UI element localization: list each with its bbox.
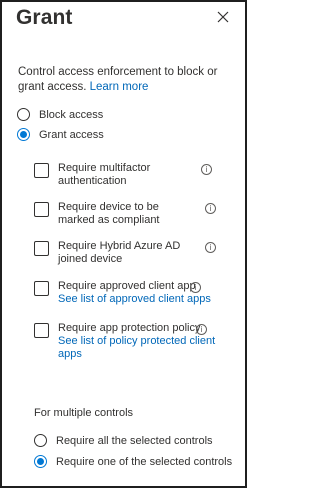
info-icon[interactable]: i bbox=[196, 324, 207, 335]
radio-grant-access[interactable]: Grant access bbox=[17, 128, 104, 141]
control-hybrid-azure-ad[interactable]: Require Hybrid Azure AD joined device bbox=[34, 240, 193, 266]
radio-label: Require one of the selected controls bbox=[56, 455, 233, 468]
description: Control access enforcement to block or g… bbox=[18, 65, 238, 95]
info-icon[interactable]: i bbox=[205, 203, 216, 214]
control-label: Require device to be marked as compliant bbox=[58, 201, 160, 226]
checkbox[interactable] bbox=[34, 281, 49, 296]
radio-button[interactable] bbox=[17, 128, 30, 141]
radio-button[interactable] bbox=[34, 434, 47, 447]
control-app-protection[interactable]: Require app protection policy See list o… bbox=[34, 322, 218, 361]
info-icon[interactable]: i bbox=[201, 164, 212, 175]
learn-more-link[interactable]: Learn more bbox=[90, 81, 149, 93]
radio-label: Require all the selected controls bbox=[56, 434, 213, 447]
info-icon[interactable]: i bbox=[205, 242, 216, 253]
checkbox[interactable] bbox=[34, 202, 49, 217]
checkbox[interactable] bbox=[34, 241, 49, 256]
control-label: Require Hybrid Azure AD joined device bbox=[58, 240, 181, 265]
radio-block-access[interactable]: Block access bbox=[17, 108, 103, 121]
control-mfa[interactable]: Require multifactor authentication bbox=[34, 162, 178, 188]
radio-button[interactable] bbox=[17, 108, 30, 121]
checkbox[interactable] bbox=[34, 323, 49, 338]
grant-panel: Grant Control access enforcement to bloc… bbox=[0, 0, 247, 488]
radio-label: Grant access bbox=[39, 128, 104, 141]
radio-require-one[interactable]: Require one of the selected controls bbox=[34, 455, 232, 468]
radio-label: Block access bbox=[39, 108, 104, 121]
multiple-controls-label: For multiple controls bbox=[34, 407, 134, 419]
control-label: Require multifactor authentication bbox=[58, 162, 151, 187]
control-label: Require app protection policy bbox=[58, 322, 201, 334]
radio-require-all[interactable]: Require all the selected controls bbox=[34, 434, 213, 447]
approved-apps-link[interactable]: See list of approved client apps bbox=[58, 293, 218, 306]
panel-title: Grant bbox=[16, 6, 73, 29]
radio-button[interactable] bbox=[34, 455, 47, 468]
close-button[interactable] bbox=[211, 5, 235, 29]
close-icon bbox=[217, 11, 229, 23]
info-icon[interactable]: i bbox=[190, 282, 201, 293]
control-compliant[interactable]: Require device to be marked as compliant bbox=[34, 201, 198, 227]
policy-apps-link[interactable]: See list of policy protected client apps bbox=[58, 335, 218, 361]
checkbox[interactable] bbox=[34, 163, 49, 178]
